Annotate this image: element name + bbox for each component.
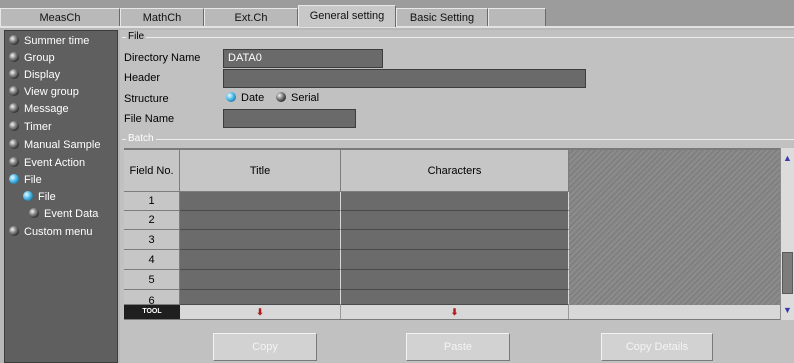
tab-measch[interactable]: MeasCh xyxy=(0,8,120,26)
sidebar-item-label: View group xyxy=(24,86,79,98)
sidebar-item-label: Event Data xyxy=(44,208,99,220)
column-header-title: Title xyxy=(180,150,341,192)
sidebar-item-label: Summer time xyxy=(24,35,90,47)
file-group-title: File xyxy=(126,31,147,42)
sidebar-item-label: Timer xyxy=(24,121,52,133)
led-indicator-icon xyxy=(9,226,19,236)
characters-column-tool[interactable]: ⬇ xyxy=(341,305,569,319)
scroll-up-icon[interactable]: ▲ xyxy=(781,151,794,165)
characters-cell[interactable] xyxy=(341,250,569,270)
sidebar-item-label: File xyxy=(24,174,42,186)
sidebar-item-summer-time[interactable]: Summer time xyxy=(9,33,89,49)
sidebar-item-message[interactable]: Message xyxy=(9,101,69,117)
table-row-number: 2 xyxy=(124,211,180,230)
title-cell[interactable] xyxy=(180,250,341,270)
tab-ext-ch[interactable]: Ext.Ch xyxy=(204,8,298,26)
sidebar-item-timer[interactable]: Timer xyxy=(9,119,52,135)
sidebar-item-view-group[interactable]: View group xyxy=(9,84,79,100)
header-label: Header xyxy=(124,72,161,84)
structure-radio-serial[interactable]: Serial xyxy=(276,92,319,104)
title-cell[interactable] xyxy=(180,270,341,290)
sidebar-item-manual-sample[interactable]: Manual Sample xyxy=(9,137,100,153)
copy-details-button[interactable]: Copy Details xyxy=(601,333,713,361)
directory-name-field[interactable]: DATA0 xyxy=(223,49,383,68)
table-row-number: 6 xyxy=(124,290,180,307)
sidebar-item-custom-menu[interactable]: Custom menu xyxy=(9,224,92,240)
batch-group-title: Batch xyxy=(126,133,156,144)
down-arrow-icon: ⬇ xyxy=(256,307,264,317)
characters-cell[interactable] xyxy=(341,211,569,230)
copy-button[interactable]: Copy xyxy=(213,333,317,361)
sidebar: Summer time Group Display View group Mes… xyxy=(4,30,118,363)
title-cell[interactable] xyxy=(180,290,341,305)
title-cell[interactable] xyxy=(180,192,341,211)
sidebar-item-file[interactable]: File xyxy=(9,172,42,188)
characters-cell[interactable] xyxy=(341,270,569,290)
sidebar-item-label: Manual Sample xyxy=(24,139,101,151)
sidebar-item-label: Event Action xyxy=(24,157,86,169)
table-row-number: 3 xyxy=(124,230,180,250)
characters-cell[interactable] xyxy=(341,230,569,250)
title-column-tool[interactable]: ⬇ xyxy=(180,305,341,319)
tool-row-label: TOOL xyxy=(124,305,180,319)
column-header-characters: Characters xyxy=(341,150,569,192)
tab-mathch[interactable]: MathCh xyxy=(120,8,204,26)
sidebar-item-label: Message xyxy=(24,103,69,115)
characters-cell[interactable] xyxy=(341,192,569,211)
led-indicator-icon xyxy=(9,103,19,113)
file-group-border xyxy=(122,37,794,38)
file-name-label: File Name xyxy=(124,113,175,125)
sidebar-subitem-file[interactable]: File xyxy=(23,189,56,205)
scroll-thumb[interactable] xyxy=(782,252,793,294)
header-field[interactable] xyxy=(223,69,586,88)
paste-button[interactable]: Paste xyxy=(406,333,510,361)
down-arrow-icon: ⬇ xyxy=(450,307,459,317)
led-indicator-icon xyxy=(9,69,19,79)
radio-label: Serial xyxy=(291,92,320,104)
title-cell[interactable] xyxy=(180,211,341,230)
sidebar-item-label: Display xyxy=(24,69,61,81)
sidebar-subitem-event-data[interactable]: Event Data xyxy=(29,206,98,222)
title-cell[interactable] xyxy=(180,230,341,250)
characters-cell[interactable] xyxy=(341,290,569,305)
sidebar-item-label: File xyxy=(38,191,56,203)
tool-row-filler xyxy=(569,305,780,319)
table-row-number: 1 xyxy=(124,192,180,211)
sidebar-item-label: Custom menu xyxy=(24,226,93,238)
tab-divider xyxy=(0,26,794,28)
structure-label: Structure xyxy=(124,93,169,105)
tab-blank xyxy=(488,8,546,26)
led-indicator-icon xyxy=(29,208,39,218)
batch-group-border xyxy=(122,139,794,140)
led-indicator-icon xyxy=(9,121,19,131)
scroll-down-icon[interactable]: ▼ xyxy=(781,303,794,317)
led-indicator-icon xyxy=(9,35,19,45)
table-row-number: 4 xyxy=(124,250,180,270)
sidebar-item-display[interactable]: Display xyxy=(9,67,60,83)
led-indicator-icon xyxy=(9,157,19,167)
column-header-field-no: Field No. xyxy=(124,150,180,192)
empty-area xyxy=(569,150,780,305)
sidebar-item-label: Group xyxy=(24,52,55,64)
structure-radio-date[interactable]: Date xyxy=(226,92,264,104)
led-indicator-icon xyxy=(9,86,19,96)
directory-name-label: Directory Name xyxy=(124,52,201,64)
radio-unselected-icon xyxy=(276,92,286,102)
tab-basic-setting[interactable]: Basic Setting xyxy=(396,8,488,26)
file-name-field[interactable] xyxy=(223,109,356,128)
table-row-number: 5 xyxy=(124,270,180,290)
radio-label: Date xyxy=(241,92,265,104)
sidebar-item-group[interactable]: Group xyxy=(9,50,55,66)
led-indicator-icon xyxy=(23,191,33,201)
led-indicator-icon xyxy=(9,139,19,149)
tab-general-setting[interactable]: General setting xyxy=(298,5,396,27)
table-scrollbar[interactable]: ▲ ▼ xyxy=(780,148,794,320)
led-indicator-icon xyxy=(9,52,19,62)
radio-selected-icon xyxy=(226,92,236,102)
led-indicator-icon xyxy=(9,174,19,184)
sidebar-item-event-action[interactable]: Event Action xyxy=(9,155,85,171)
tab-bar: MeasCh MathCh Ext.Ch General setting Bas… xyxy=(0,0,794,27)
